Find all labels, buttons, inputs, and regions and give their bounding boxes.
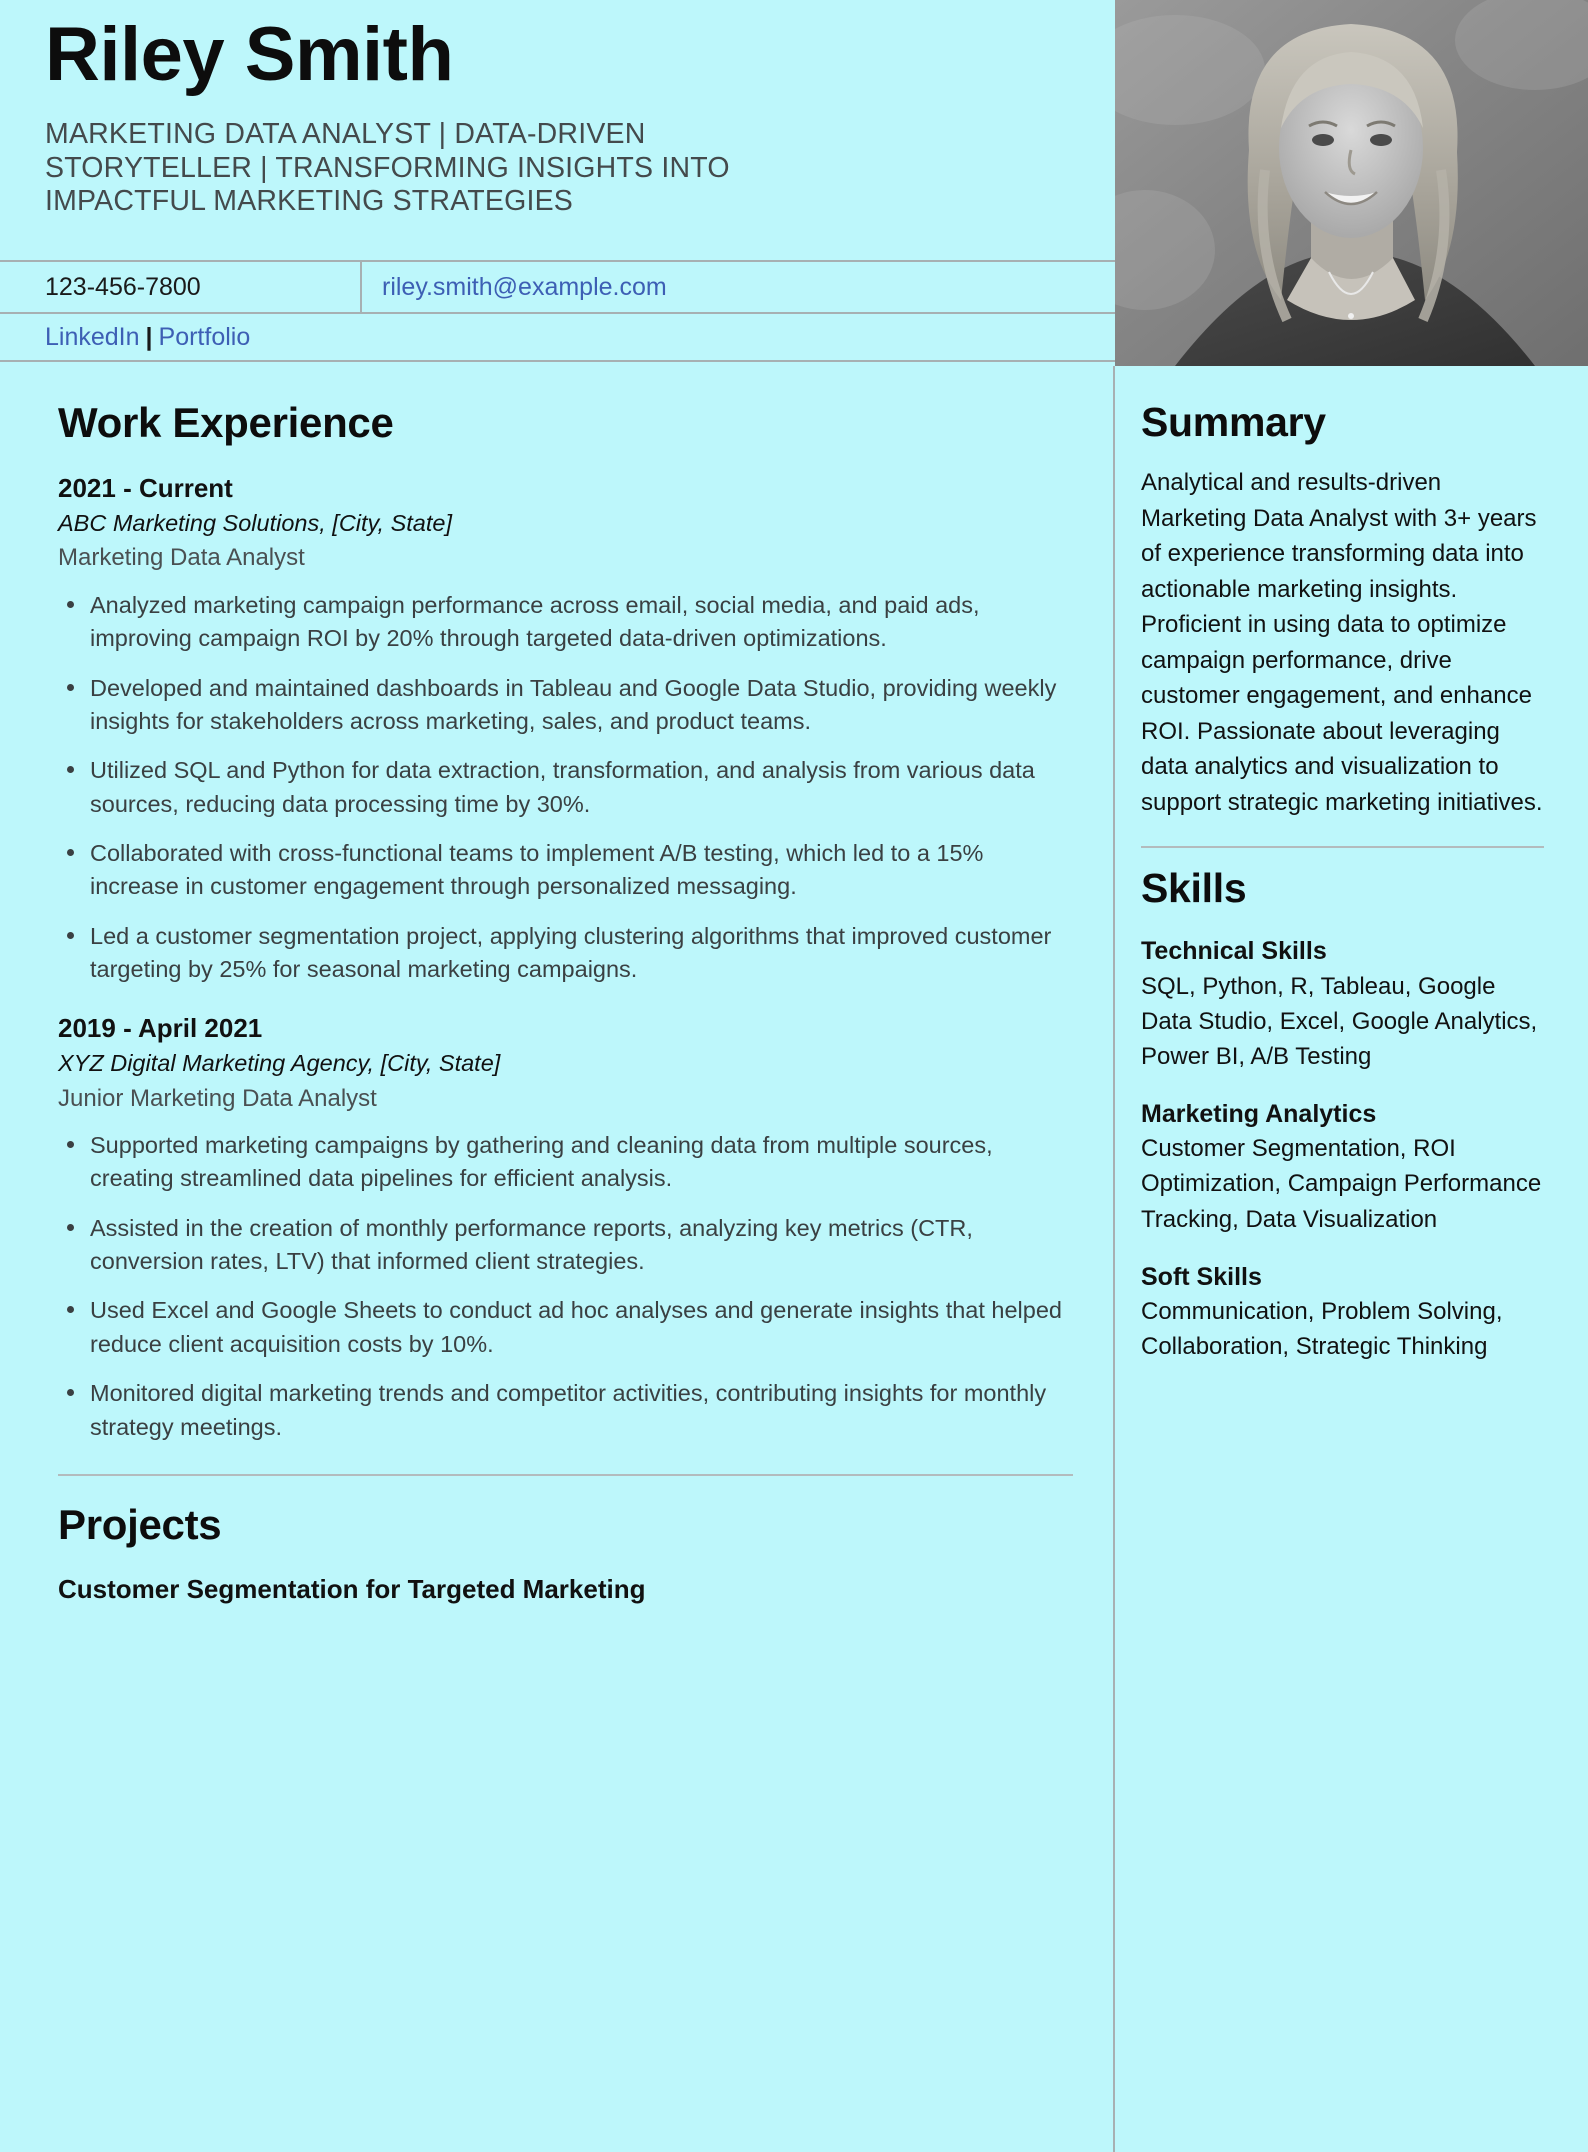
job-bullets: Analyzed marketing campaign performance …	[58, 589, 1073, 987]
linkedin-link[interactable]: LinkedIn	[45, 323, 140, 352]
headline-text: MARKETING DATA ANALYST | DATA-DRIVEN STO…	[45, 118, 730, 218]
resume-page: Riley Smith MARKETING DATA ANALYST | DAT…	[0, 0, 1588, 2152]
email-link[interactable]: riley.smith@example.com	[362, 262, 1115, 312]
skill-group-items: Customer Segmentation, ROI Optimization,…	[1141, 1135, 1542, 1233]
job-bullets: Supported marketing campaigns by gatheri…	[58, 1129, 1073, 1444]
links-row: LinkedIn | Portfolio	[0, 314, 1115, 362]
section-divider	[58, 1473, 1073, 1476]
list-item: Led a customer segmentation project, app…	[58, 920, 1073, 987]
job-role: Marketing Data Analyst	[58, 544, 305, 572]
job-entry: 2019 - April 2021 XYZ Digital Marketing …	[58, 1012, 1073, 1443]
page-title: Riley Smith	[45, 12, 454, 97]
list-item: Monitored digital marketing trends and c…	[58, 1377, 1073, 1444]
job-role: Junior Marketing Data Analyst	[58, 1084, 377, 1112]
job-dates: 2021 - Current	[58, 473, 233, 504]
job-company: XYZ Digital Marketing Agency, [City, Sta…	[58, 1049, 501, 1076]
list-item: Assisted in the creation of monthly perf…	[58, 1212, 1073, 1279]
sidebar-column: Summary Analytical and results-driven Ma…	[1115, 366, 1588, 2152]
list-item: Supported marketing campaigns by gatheri…	[58, 1129, 1073, 1196]
phone-value: 123-456-7800	[0, 262, 362, 312]
skill-group-items: Communication, Problem Solving, Collabor…	[1141, 1298, 1503, 1361]
job-company: ABC Marketing Solutions, [City, State]	[58, 509, 453, 536]
list-item: Used Excel and Google Sheets to conduct …	[58, 1294, 1073, 1361]
skill-group: Soft Skills Communication, Problem Solvi…	[1141, 1261, 1544, 1365]
job-dates: 2019 - April 2021	[58, 1013, 263, 1044]
skill-group-heading: Marketing Analytics	[1141, 1099, 1377, 1128]
main-column: Work Experience 2021 - Current ABC Marke…	[0, 366, 1115, 2152]
list-item: Analyzed marketing campaign performance …	[58, 589, 1073, 656]
section-divider	[1141, 846, 1544, 849]
project-title: Customer Segmentation for Targeted Marke…	[58, 1574, 646, 1605]
headshot-photo	[1115, 0, 1588, 366]
section-title-projects: Projects	[58, 1500, 222, 1548]
portfolio-link[interactable]: Portfolio	[159, 323, 251, 352]
skill-group: Technical Skills SQL, Python, R, Tableau…	[1141, 935, 1544, 1074]
resume-body: Work Experience 2021 - Current ABC Marke…	[0, 366, 1588, 2152]
list-item: Collaborated with cross-functional teams…	[58, 837, 1073, 904]
resume-header: Riley Smith MARKETING DATA ANALYST | DAT…	[0, 0, 1115, 362]
summary-text: Analytical and results-driven Marketing …	[1141, 469, 1543, 816]
link-separator: |	[145, 322, 153, 351]
contact-row: 123-456-7800 riley.smith@example.com	[0, 260, 1115, 314]
skill-group: Marketing Analytics Customer Segmentatio…	[1141, 1098, 1544, 1237]
section-title-work-experience: Work Experience	[58, 399, 394, 446]
list-item: Developed and maintained dashboards in T…	[58, 672, 1073, 739]
list-item: Utilized SQL and Python for data extract…	[58, 754, 1073, 821]
section-title-summary: Summary	[1141, 399, 1326, 445]
skill-group-items: SQL, Python, R, Tableau, Google Data Stu…	[1141, 972, 1538, 1070]
skill-group-heading: Soft Skills	[1141, 1262, 1262, 1291]
job-entry: 2021 - Current ABC Marketing Solutions, …	[58, 472, 1073, 986]
section-title-skills: Skills	[1141, 865, 1247, 912]
skill-group-heading: Technical Skills	[1141, 937, 1327, 966]
